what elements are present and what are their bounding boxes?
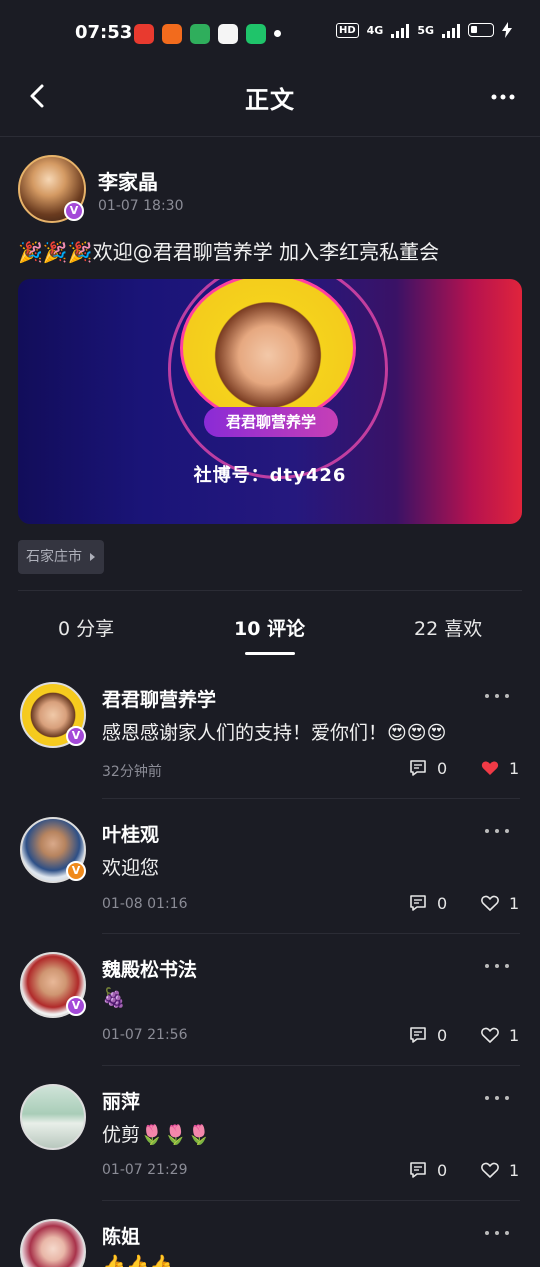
divider	[102, 1065, 520, 1066]
like-button[interactable]: 1	[480, 893, 519, 913]
heart-outline-icon	[481, 1027, 499, 1043]
reply-count: 0	[437, 1160, 448, 1180]
charging-icon	[502, 22, 512, 38]
divider	[18, 590, 522, 591]
comment-bubble-icon	[410, 760, 426, 776]
banner-name-tag: 君君聊营养学	[204, 407, 338, 437]
comment-text: 优剪🌷🌷🌷	[102, 1124, 211, 1146]
post-image[interactable]: 君君聊营养学 社博号：dty426	[18, 279, 522, 524]
engagement-tabs: 0 分享 10 评论 22 喜欢	[0, 606, 540, 656]
net-4g-label: 4G	[366, 23, 384, 37]
page-title: 正文	[245, 86, 295, 114]
heart-outline-icon	[481, 895, 499, 911]
reply-button[interactable]: 0	[408, 1160, 447, 1180]
comment-more-icon[interactable]	[484, 1094, 510, 1102]
heart-filled-icon	[481, 761, 499, 775]
reply-count: 0	[437, 1025, 448, 1045]
divider	[102, 933, 520, 934]
comment-time: 01-08 01:16	[102, 896, 188, 912]
comment-bubble-icon	[410, 1162, 426, 1178]
divider	[102, 1200, 520, 1201]
commenter-name[interactable]: 君君聊营养学	[102, 685, 216, 712]
signal-icon	[442, 22, 460, 38]
comment-text: 🍇	[102, 987, 126, 1009]
divider	[0, 136, 540, 137]
like-count: 1	[509, 1160, 520, 1180]
like-count: 1	[509, 1025, 520, 1045]
post-timestamp: 01-07 18:30	[98, 198, 184, 214]
portrait-photo	[180, 279, 356, 423]
comment-more-icon[interactable]	[484, 962, 510, 970]
comment-bubble-icon	[410, 1027, 426, 1043]
comment-text: 感恩感谢家人们的支持！爱你们！😍😍😍	[102, 722, 447, 744]
post-text: 🎉🎉🎉欢迎@君君聊营养学 加入李红亮私董会	[18, 240, 440, 264]
like-button[interactable]: 1	[480, 758, 519, 778]
reply-button[interactable]: 0	[408, 893, 447, 913]
commenter-name[interactable]: 陈姐	[102, 1222, 140, 1249]
comment-more-icon[interactable]	[484, 827, 510, 835]
commenter-avatar[interactable]	[20, 1219, 86, 1267]
like-button[interactable]: 1	[480, 1160, 519, 1180]
more-options-icon[interactable]	[488, 82, 518, 112]
nav-bar: 正文	[0, 68, 540, 128]
verified-badge-icon: V	[66, 861, 86, 881]
signal-icon	[391, 22, 410, 38]
heart-outline-icon	[481, 1162, 499, 1178]
hd-icon: HD	[335, 22, 359, 38]
comment-more-icon[interactable]	[484, 692, 510, 700]
app-notification-icon	[246, 24, 266, 44]
commenter-name[interactable]: 魏殿松书法	[102, 955, 197, 982]
comment-bubble-icon	[410, 895, 426, 911]
status-bar: 07:53 HD 4G 5G	[0, 0, 540, 68]
app-notification-icon	[218, 24, 238, 44]
net-5g-label: 5G	[417, 23, 434, 37]
tab-share[interactable]: 0 分享	[58, 614, 114, 641]
tab-likes[interactable]: 22 喜欢	[414, 614, 482, 641]
comment-time: 01-07 21:56	[102, 1027, 188, 1043]
verified-badge-icon: V	[66, 996, 86, 1016]
verified-badge-icon: V	[66, 726, 86, 746]
comment-more-icon[interactable]	[484, 1229, 510, 1237]
location-tag[interactable]: 石家庄市	[18, 540, 104, 574]
app-notification-icon	[134, 24, 154, 44]
comment-time: 32分钟前	[102, 764, 162, 780]
commenter-avatar[interactable]	[20, 1084, 86, 1150]
active-tab-indicator	[245, 652, 295, 655]
like-count: 1	[509, 758, 520, 778]
comment-text: 👍👍👍	[102, 1254, 173, 1267]
reply-count: 0	[437, 758, 448, 778]
like-button[interactable]: 1	[480, 1025, 519, 1045]
reply-button[interactable]: 0	[408, 758, 447, 778]
app-notification-icon	[190, 24, 210, 44]
commenter-name[interactable]: 叶桂观	[102, 820, 159, 847]
tab-comments[interactable]: 10 评论	[234, 614, 305, 641]
commenter-name[interactable]: 丽萍	[102, 1087, 140, 1114]
status-app-icons	[134, 24, 266, 44]
comment-time: 01-07 21:29	[102, 1162, 188, 1178]
divider	[102, 798, 520, 799]
reply-count: 0	[437, 893, 448, 913]
like-count: 1	[509, 893, 520, 913]
banner-id-text: 社博号：dty426	[193, 465, 347, 486]
status-time: 07:53	[75, 22, 133, 43]
reply-button[interactable]: 0	[408, 1025, 447, 1045]
notification-dot	[274, 30, 281, 37]
status-right: HD 4G 5G	[335, 22, 512, 38]
post-author-name[interactable]: 李家晶	[98, 166, 158, 195]
battery-icon	[468, 23, 494, 37]
comment-text: 欢迎您	[102, 857, 160, 879]
app-notification-icon	[162, 24, 182, 44]
verified-badge-icon: V	[64, 201, 84, 221]
